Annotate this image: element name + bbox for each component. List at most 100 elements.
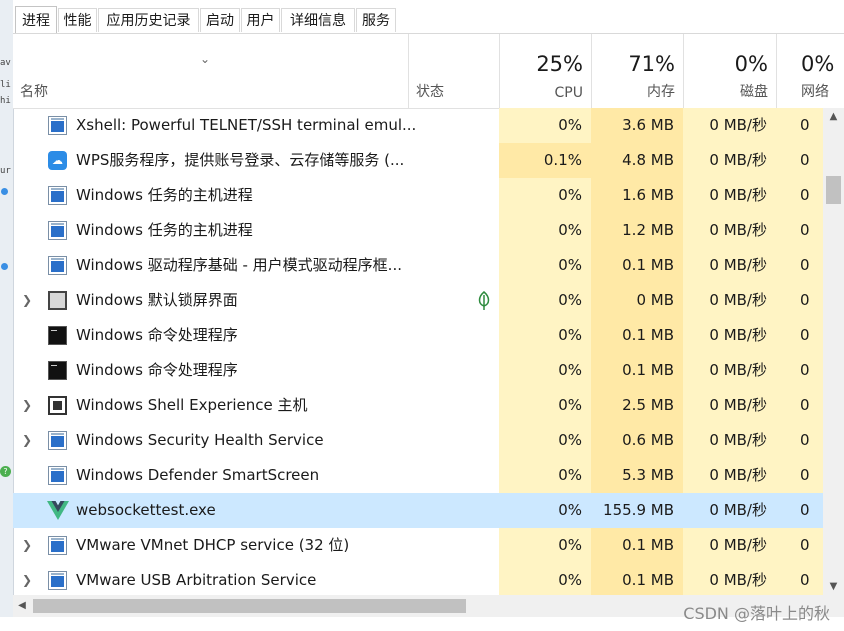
process-name: Windows 任务的主机进程	[76, 186, 253, 204]
process-row[interactable]: websockettest.exe 0%155.9 MB0 MB/秒0 Mbps	[13, 493, 823, 554]
process-name: Windows Security Health Service	[76, 431, 324, 449]
tab-details[interactable]: 详细信息	[281, 8, 355, 32]
column-cpu[interactable]: 25% CPU	[499, 34, 591, 108]
disk-cell: 0 MB/秒	[683, 213, 776, 248]
status-cell	[408, 283, 499, 318]
horizontal-scroll-thumb[interactable]	[33, 599, 466, 613]
scroll-up-icon[interactable]: ▲	[823, 108, 844, 125]
process-name-cell: Xshell: Powerful TELNET/SSH terminal emu…	[13, 108, 416, 143]
process-name-cell: Windows Defender SmartScreen	[13, 458, 408, 493]
expand-chevron-icon[interactable]: ❯	[22, 573, 32, 587]
memory-total: 71%	[628, 52, 675, 76]
scroll-down-icon[interactable]: ▼	[823, 578, 844, 595]
expand-chevron-icon[interactable]: ❯	[22, 538, 32, 552]
process-name: websockettest.exe	[76, 501, 216, 519]
window-icon	[48, 186, 67, 205]
process-row[interactable]: ❯ Windows 默认锁屏界面 0%0 MB0 MB/秒0 Mbps	[13, 283, 823, 344]
tab-users[interactable]: 用户	[241, 8, 280, 32]
memory-cell: 5.3 MB	[591, 458, 683, 493]
network-cell: 0 Mbps	[776, 213, 823, 274]
process-row[interactable]: Windows 驱动程序基础 - 用户模式驱动程序框... 0% 0.1 MB 0 M…	[13, 248, 823, 309]
tab-bar: 进程 性能 应用历史记录 启动 用户 详细信息 服务	[13, 0, 844, 34]
column-status-cell[interactable]: 状态	[408, 34, 499, 108]
process-row[interactable]: ☁ WPS服务程序，提供账号登录、云存储等服务 (... 0.1% 4.8 MB 0 M…	[13, 143, 823, 204]
disk-cell: 0 MB/秒	[683, 248, 776, 283]
memory-cell: 0 MB	[591, 283, 683, 318]
column-disk[interactable]: 0% 磁盘	[683, 34, 776, 108]
process-name-cell: Windows 命令处理程序	[13, 353, 408, 388]
column-network[interactable]: 0% 网络	[776, 34, 844, 108]
cpu-cell: 0%	[499, 318, 591, 353]
lockscreen-icon	[48, 291, 67, 310]
memory-cell: 0.1 MB	[591, 248, 683, 283]
cpu-cell: 0%	[499, 353, 591, 388]
scroll-left-icon[interactable]: ◀	[13, 595, 31, 617]
disk-cell: 0 MB/秒	[683, 388, 776, 423]
process-name-cell: Windows 驱动程序基础 - 用户模式驱动程序框...	[13, 248, 408, 283]
process-row[interactable]: Windows 任务的主机进程 0%1.2 MB0 MB/秒0 Mbps	[13, 213, 823, 274]
window-icon	[48, 571, 67, 590]
cpu-cell: 0%	[499, 213, 591, 248]
process-name-cell: websockettest.exe	[13, 493, 408, 528]
process-row[interactable]: Windows Defender SmartScreen 0% 5.3 MB 0 MB…	[13, 458, 823, 519]
memory-cell: 4.8 MB	[591, 143, 683, 178]
status-cell	[408, 563, 499, 595]
column-status: 状态	[416, 84, 444, 100]
process-name-cell: Windows 任务的主机进程	[13, 213, 408, 248]
watermark: CSDN @落叶上的秋	[683, 604, 830, 623]
process-name-cell: ❯ VMware USB Arbitration Service	[13, 563, 408, 595]
disk-label: 磁盘	[740, 84, 768, 100]
network-total: 0%	[801, 52, 835, 76]
process-row[interactable]: Windows 任务的主机进程 0%1.6 MB0 MB/秒0 Mbps	[13, 178, 823, 239]
expand-chevron-icon[interactable]: ❯	[22, 398, 32, 412]
column-memory[interactable]: 71% 内存	[591, 34, 683, 108]
process-name-cell: Windows 任务的主机进程	[13, 178, 408, 213]
cpu-total: 25%	[536, 52, 583, 76]
process-name: WPS服务程序，提供账号登录、云存储等服务 (...	[76, 151, 405, 169]
cmd-icon	[48, 326, 67, 345]
tab-processes[interactable]: 进程	[15, 6, 57, 34]
cpu-cell: 0%	[499, 493, 591, 528]
window-icon	[48, 221, 67, 240]
vertical-scroll-thumb[interactable]	[826, 176, 841, 204]
cpu-cell: 0.1%	[499, 143, 591, 178]
memory-cell: 0.1 MB	[591, 528, 683, 563]
disk-cell: 0 MB/秒	[683, 143, 776, 178]
network-cell: 0 Mbps	[776, 248, 823, 309]
process-row[interactable]: ❯ VMware VMnet DHCP service (32 位) 0% 0.1 M…	[13, 528, 823, 589]
memory-cell: 1.6 MB	[591, 178, 683, 213]
process-row[interactable]: ❯ Windows Shell Experience 主机 0% 2.5 MB 0 MB…	[13, 388, 823, 449]
process-name: Windows 驱动程序基础 - 用户模式驱动程序框...	[76, 256, 402, 274]
memory-cell: 3.6 MB	[591, 108, 683, 143]
tab-services[interactable]: 服务	[356, 8, 396, 32]
process-row[interactable]: ❯ VMware USB Arbitration Service 0% 0.1 MB 0…	[13, 563, 823, 595]
expand-chevron-icon[interactable]: ❯	[22, 433, 32, 447]
status-cell	[408, 178, 499, 213]
tab-startup[interactable]: 启动	[200, 8, 240, 32]
cpu-cell: 0%	[499, 458, 591, 493]
column-name[interactable]: 名称	[20, 81, 48, 101]
cmd-icon	[48, 361, 67, 380]
process-row[interactable]: Xshell: Powerful TELNET/SSH terminal emu…	[13, 108, 823, 169]
sort-chevron-icon: ⌄	[200, 52, 211, 66]
memory-cell: 0.1 MB	[591, 353, 683, 388]
status-cell	[408, 423, 499, 458]
process-name-cell: ❯ Windows Shell Experience 主机	[13, 388, 408, 423]
disk-cell: 0 MB/秒	[683, 493, 776, 528]
cpu-cell: 0%	[499, 388, 591, 423]
process-row[interactable]: ❯ Windows Security Health Service 0% 0.6 MB…	[13, 423, 823, 484]
tab-performance[interactable]: 性能	[58, 8, 97, 32]
memory-label: 内存	[647, 84, 675, 100]
vertical-scrollbar[interactable]: ▲ ▼	[823, 108, 844, 595]
window-icon	[48, 536, 67, 555]
tab-app-history[interactable]: 应用历史记录	[98, 8, 199, 32]
wps-cloud-icon: ☁	[48, 151, 67, 170]
process-row[interactable]: Windows 命令处理程序 0%0.1 MB0 MB/秒0 Mbps	[13, 318, 823, 379]
network-cell: 0 Mbps	[776, 493, 823, 554]
process-name: Windows 任务的主机进程	[76, 221, 253, 239]
background-text: hi	[0, 96, 11, 106]
status-cell	[408, 143, 499, 178]
process-name-cell: ☁ WPS服务程序，提供账号登录、云存储等服务 (...	[13, 143, 408, 178]
expand-chevron-icon[interactable]: ❯	[22, 293, 32, 307]
process-row[interactable]: Windows 命令处理程序 0%0.1 MB0 MB/秒0 Mbps	[13, 353, 823, 414]
